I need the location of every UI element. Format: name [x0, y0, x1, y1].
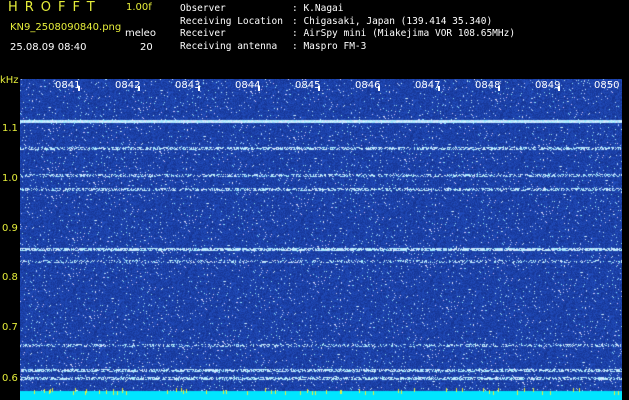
y-tick-label: 1.0 [2, 173, 18, 184]
time-tick [498, 86, 500, 91]
y-tick-label: 0.8 [2, 272, 18, 283]
y-tick-label: 0.7 [2, 322, 18, 333]
info-row-receiver: Receiver : AirSpy mini (Miakejima VOR 108… [180, 28, 515, 41]
time-label: 0842 [115, 80, 141, 91]
time-label: 0849 [535, 80, 561, 91]
station-info: Observer : K.Nagai Receiving Location : Ch… [180, 3, 515, 53]
time-tick [138, 86, 140, 91]
freq-unit-label: kHz [0, 75, 19, 86]
info-value: : Chigasaki, Japan (139.414 35.340) [292, 15, 493, 27]
time-label: 0850 [594, 80, 620, 91]
info-label: Receiving antenna [180, 40, 278, 52]
time-tick [258, 86, 260, 91]
time-tick [198, 86, 200, 91]
info-label: Observer [180, 3, 226, 14]
info-row-observer: Observer : K.Nagai [180, 3, 515, 16]
info-row-location: Receiving Location : Chigasaki, Japan (13… [180, 16, 515, 29]
y-tick-label: 0.9 [2, 223, 18, 234]
time-label: 0843 [175, 80, 201, 91]
meleo-label: meleo [125, 28, 156, 39]
y-tick-label: 1.1 [2, 123, 18, 134]
info-value: : Maspro FM-3 [292, 40, 367, 52]
app-name: HROFFT [8, 0, 102, 15]
time-tick [318, 86, 320, 91]
spectrogram-canvas [20, 79, 622, 400]
time-tick [438, 86, 440, 91]
time-label: 0846 [355, 80, 381, 91]
app-version: 1.00f [126, 2, 152, 13]
info-value: : AirSpy mini (Miakejima VOR 108.65MHz) [292, 28, 516, 39]
time-tick [378, 86, 380, 91]
time-label: 0844 [235, 80, 261, 91]
meleo-value: 20 [140, 42, 153, 53]
time-label: 0847 [415, 80, 441, 91]
time-tick [558, 86, 560, 91]
time-label: 0845 [295, 80, 321, 91]
file-name: KN9_2508090840.png [10, 22, 122, 33]
y-tick-label: 0.6 [2, 373, 18, 384]
info-row-antenna: Receiving antenna : Maspro FM-3 [180, 41, 515, 54]
info-value: : K.Nagai [292, 3, 344, 14]
info-label: Receiving Location [180, 15, 283, 27]
time-label: 0841 [55, 80, 81, 91]
time-tick [78, 86, 80, 91]
info-label: Receiver [180, 28, 226, 39]
header-panel: HROFFT 1.00f KN9_2508090840.png 25.08.09… [0, 0, 629, 72]
timestamp: 25.08.09 08:40 [10, 42, 87, 53]
time-label: 0848 [475, 80, 501, 91]
